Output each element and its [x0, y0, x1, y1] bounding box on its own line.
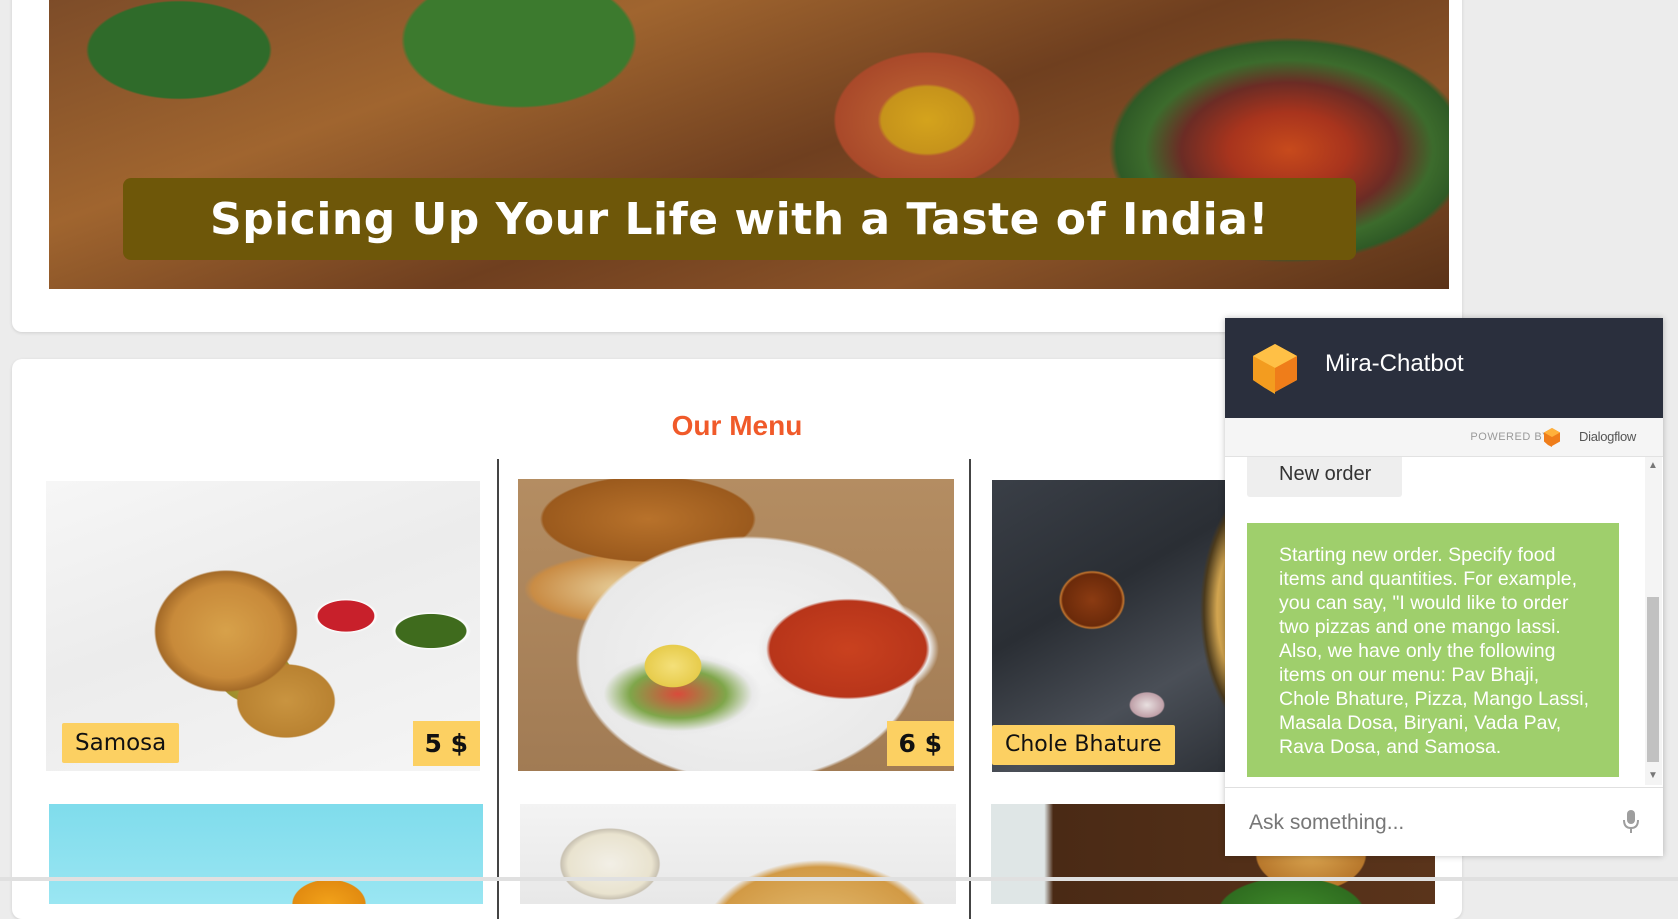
mic-icon[interactable]: [1623, 810, 1639, 834]
user-message: New order: [1247, 457, 1402, 497]
chat-messages[interactable]: New order Starting new order. Specify fo…: [1225, 457, 1663, 785]
menu-item-mango-lassi[interactable]: [49, 804, 483, 904]
dialogflow-logo-icon: [1544, 428, 1560, 447]
powered-by-label: POWERED BY: [1470, 431, 1550, 443]
banner-caption: Spicing Up Your Life with a Taste of Ind…: [123, 178, 1356, 260]
menu-item-name: Chole Bhature: [992, 725, 1175, 765]
bot-message: Starting new order. Specify food items a…: [1247, 523, 1619, 777]
powered-by-bar: POWERED BY Dialogflow: [1225, 418, 1663, 457]
menu-item-name: Samosa: [62, 723, 180, 763]
chatbot-logo-icon: [1253, 344, 1297, 394]
chat-input[interactable]: [1247, 800, 1611, 846]
scroll-down-icon[interactable]: ▼: [1647, 769, 1659, 783]
menu-item-samosa[interactable]: Samosa 5 $: [46, 481, 480, 771]
menu-divider: [969, 459, 971, 919]
chat-title: Mira-Chatbot: [1325, 350, 1464, 377]
scroll-up-icon[interactable]: ▲: [1647, 459, 1659, 473]
chat-header[interactable]: Mira-Chatbot: [1225, 318, 1663, 418]
chat-input-area: [1225, 787, 1663, 857]
scroll-thumb[interactable]: [1647, 597, 1659, 762]
chat-scrollbar[interactable]: ▲ ▼: [1645, 457, 1662, 785]
chatbot-widget: Mira-Chatbot POWERED BY Dialogflow New o…: [1225, 318, 1663, 856]
menu-divider: [497, 459, 499, 919]
banner-card: Spicing Up Your Life with a Taste of Ind…: [12, 0, 1462, 332]
dialogflow-brand: Dialogflow: [1579, 429, 1636, 444]
menu-item-chole-bhature[interactable]: Chole Bhature: [992, 480, 1237, 772]
menu-item-pav-bhaji[interactable]: 6 $: [518, 479, 954, 771]
banner-image: Spicing Up Your Life with a Taste of Ind…: [49, 0, 1449, 289]
page-bottom-edge: [0, 877, 1678, 881]
menu-item-masala-dosa[interactable]: [520, 804, 956, 904]
menu-item-price: 6 $: [886, 721, 954, 766]
menu-item-price: 5 $: [412, 721, 480, 766]
